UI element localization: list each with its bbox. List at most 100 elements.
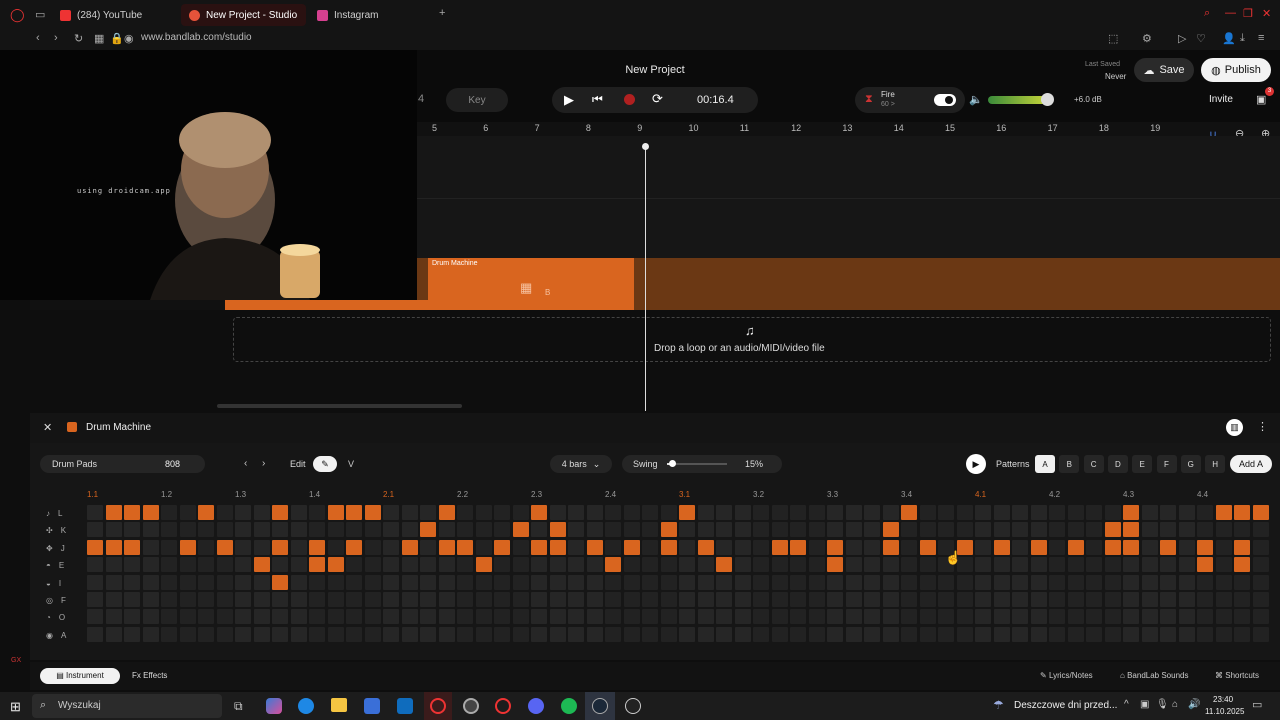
step-cell[interactable] xyxy=(901,609,917,625)
network-icon[interactable]: ⌂ xyxy=(1172,699,1178,710)
step-cell[interactable] xyxy=(179,592,196,607)
menu-icon[interactable]: ≡ xyxy=(1258,32,1264,44)
step-cell[interactable] xyxy=(642,505,658,520)
step-cell[interactable] xyxy=(401,505,418,520)
step-cell[interactable] xyxy=(919,609,936,625)
pattern-button-a[interactable]: A xyxy=(1035,455,1055,473)
step-cell[interactable] xyxy=(346,626,362,642)
step-cell[interactable] xyxy=(697,626,714,642)
snapshot-icon[interactable]: ▦ xyxy=(94,32,104,45)
step-cell[interactable] xyxy=(827,592,843,607)
swing-control[interactable]: Swing 15% xyxy=(622,455,782,473)
step-cell-on[interactable] xyxy=(327,557,344,573)
step-cell[interactable] xyxy=(716,574,732,590)
step-cell[interactable] xyxy=(1160,609,1176,625)
velocity-tool[interactable]: V xyxy=(348,459,354,469)
tray-icon[interactable]: ▣ xyxy=(1140,699,1149,710)
step-cell[interactable] xyxy=(771,592,788,607)
step-cell[interactable] xyxy=(1067,557,1084,573)
step-cell[interactable] xyxy=(253,505,270,520)
step-cell[interactable] xyxy=(975,557,991,573)
step-cell[interactable] xyxy=(790,574,806,590)
step-cell[interactable] xyxy=(272,592,288,607)
step-cell[interactable] xyxy=(771,626,788,642)
step-cell[interactable] xyxy=(901,574,917,590)
step-cell-on[interactable] xyxy=(272,505,288,520)
step-cell[interactable] xyxy=(1012,557,1028,573)
step-cell[interactable] xyxy=(956,574,973,590)
step-cell[interactable] xyxy=(438,574,455,590)
step-cell[interactable] xyxy=(198,609,214,625)
reload-icon[interactable]: ↻ xyxy=(74,32,83,45)
step-cell-on[interactable] xyxy=(1234,539,1250,555)
step-cell[interactable] xyxy=(272,522,288,538)
step-cell[interactable] xyxy=(882,557,899,573)
step-cell[interactable] xyxy=(845,609,862,625)
step-cell[interactable] xyxy=(401,574,418,590)
step-cell[interactable] xyxy=(679,522,695,538)
step-cell[interactable] xyxy=(1049,522,1065,538)
step-cell[interactable] xyxy=(642,574,658,590)
step-cell[interactable] xyxy=(568,539,584,555)
step-cell[interactable] xyxy=(790,609,806,625)
cart-icon[interactable]: ▣ xyxy=(1256,93,1266,106)
step-cell[interactable] xyxy=(253,522,270,538)
back-icon[interactable]: ‹ xyxy=(36,32,40,44)
step-cell[interactable] xyxy=(975,522,991,538)
discord-icon[interactable] xyxy=(528,698,544,714)
step-cell[interactable] xyxy=(1141,539,1158,555)
step-cell[interactable] xyxy=(1049,574,1065,590)
step-cell[interactable] xyxy=(383,505,399,520)
step-cell[interactable] xyxy=(346,557,362,573)
step-cell[interactable] xyxy=(235,557,251,573)
step-cell[interactable] xyxy=(586,609,603,625)
step-cell[interactable] xyxy=(161,626,177,642)
step-cell-on[interactable] xyxy=(660,522,677,538)
step-cell[interactable] xyxy=(975,609,991,625)
opera-icon[interactable] xyxy=(495,698,511,714)
step-cell[interactable] xyxy=(1178,574,1195,590)
step-cell[interactable] xyxy=(1049,626,1065,642)
step-cell-on[interactable] xyxy=(919,539,936,555)
playhead[interactable] xyxy=(642,143,649,411)
step-cell[interactable] xyxy=(1234,609,1250,625)
step-cell-on[interactable] xyxy=(438,505,455,520)
volume-tray-icon[interactable]: 🔊 xyxy=(1188,699,1200,710)
step-cell[interactable] xyxy=(531,557,547,573)
step-cell[interactable] xyxy=(1178,557,1195,573)
step-cell[interactable] xyxy=(179,626,196,642)
step-cell[interactable] xyxy=(1234,522,1250,538)
taskbar-date[interactable]: 11.10.2025 xyxy=(1205,707,1244,716)
pattern-button-e[interactable]: E xyxy=(1132,455,1153,473)
step-cell[interactable] xyxy=(1086,557,1102,573)
step-cell[interactable] xyxy=(1086,592,1102,607)
step-cell[interactable] xyxy=(697,592,714,607)
step-cell[interactable] xyxy=(494,626,510,642)
step-cell-on[interactable] xyxy=(475,557,492,573)
step-cell[interactable] xyxy=(235,539,251,555)
step-cell[interactable] xyxy=(1141,609,1158,625)
step-cell[interactable] xyxy=(1234,626,1250,642)
step-cell[interactable] xyxy=(1086,609,1102,625)
step-cell[interactable] xyxy=(364,522,381,538)
step-cell[interactable] xyxy=(864,505,880,520)
step-cell[interactable] xyxy=(142,626,159,642)
step-cell[interactable] xyxy=(401,557,418,573)
step-cell[interactable] xyxy=(660,609,677,625)
project-title[interactable]: New Project xyxy=(600,64,710,76)
step-cell[interactable] xyxy=(383,626,399,642)
start-icon[interactable]: ⊞ xyxy=(10,699,21,715)
step-cell[interactable] xyxy=(290,626,307,642)
step-cell[interactable] xyxy=(1012,626,1028,642)
step-cell[interactable] xyxy=(457,592,473,607)
step-cell[interactable] xyxy=(808,522,825,538)
step-cell[interactable] xyxy=(1030,522,1047,538)
step-cell[interactable] xyxy=(568,626,584,642)
step-cell[interactable] xyxy=(420,557,436,573)
mic-icon[interactable]: 🎙 xyxy=(1156,699,1169,710)
step-cell[interactable] xyxy=(179,505,196,520)
step-cell[interactable] xyxy=(105,592,122,607)
step-cell[interactable] xyxy=(660,592,677,607)
step-cell-on[interactable] xyxy=(605,557,621,573)
step-cell[interactable] xyxy=(716,522,732,538)
